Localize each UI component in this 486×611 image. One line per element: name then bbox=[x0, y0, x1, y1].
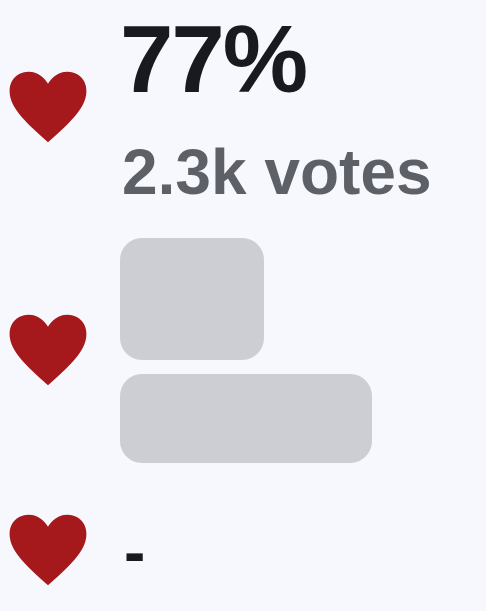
loading-placeholder-score bbox=[120, 238, 264, 360]
heart-icon bbox=[8, 70, 88, 144]
vote-count: 2.3k votes bbox=[122, 136, 432, 208]
loading-placeholder-votes bbox=[120, 374, 372, 463]
heart-icon bbox=[8, 513, 88, 587]
empty-rating-value: - bbox=[124, 516, 146, 588]
heart-icon bbox=[8, 313, 88, 387]
rating-panel: 77% 2.3k votes - bbox=[0, 0, 486, 611]
rating-percentage: 77% bbox=[120, 6, 308, 113]
